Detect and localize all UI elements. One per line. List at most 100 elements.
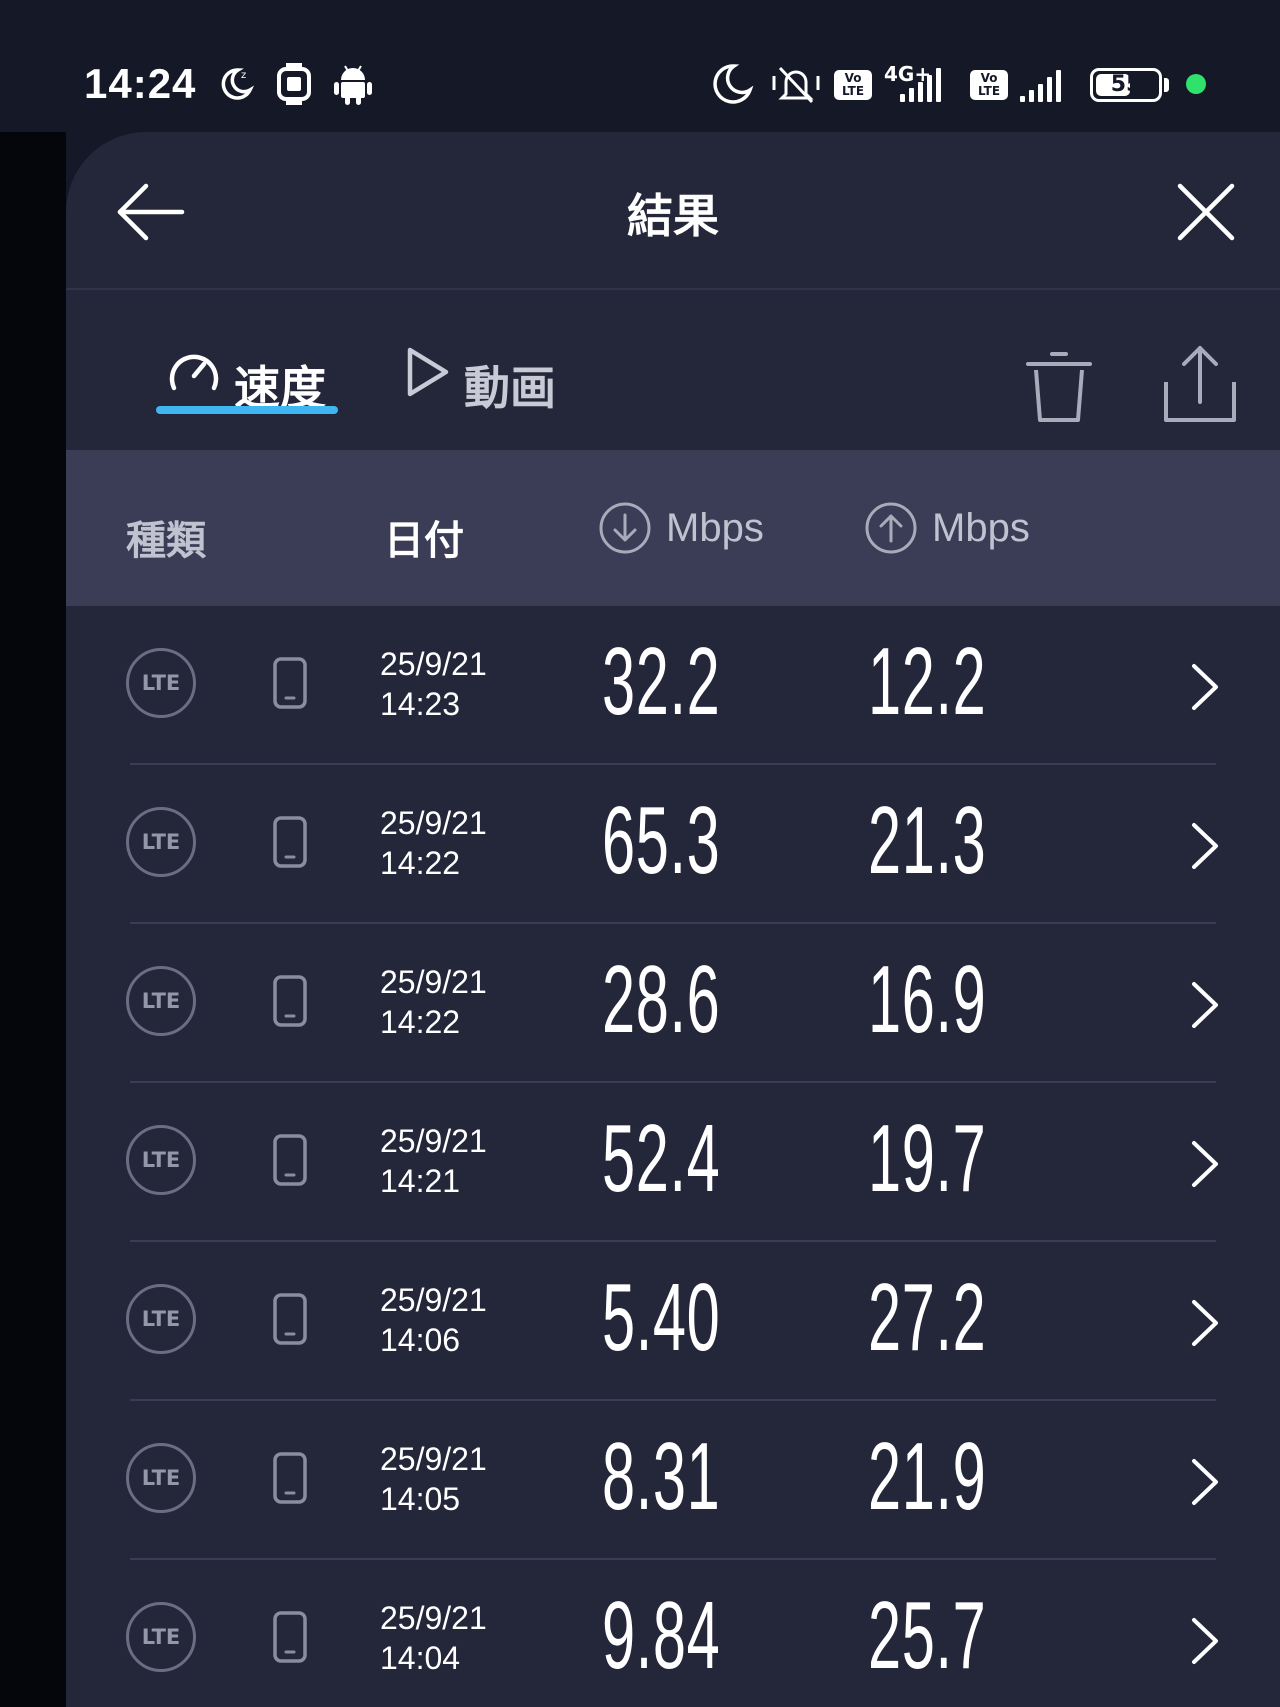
column-upload[interactable]: Mbps xyxy=(864,500,1030,556)
connection-type-badge: LTE xyxy=(126,1443,196,1513)
upload-speed: 25.7 xyxy=(868,1582,987,1689)
close-icon[interactable] xyxy=(1166,172,1246,252)
download-speed: 65.3 xyxy=(602,787,721,894)
phone-icon xyxy=(273,1134,307,1186)
battery-icon: 55 xyxy=(1090,68,1162,102)
speedometer-icon xyxy=(169,354,219,391)
tab-speed[interactable]: 速度 xyxy=(166,330,356,414)
column-date[interactable]: 日付 xyxy=(384,508,464,566)
status-bar: 14:24 z Vo LTE 4G+ Vo LTE 55 xyxy=(0,0,1280,132)
volte-badge: Vo LTE xyxy=(834,70,872,100)
phone-icon xyxy=(273,816,307,868)
android-icon xyxy=(334,65,372,105)
chevron-right-icon xyxy=(1192,1141,1218,1187)
privacy-indicator-dot xyxy=(1186,74,1206,94)
result-date: 25/9/21 xyxy=(380,805,487,841)
result-date: 25/9/21 xyxy=(380,1123,487,1159)
chevron-right-icon xyxy=(1192,823,1218,869)
volte-badge-2: Vo LTE xyxy=(970,70,1008,100)
download-speed: 32.2 xyxy=(602,628,721,735)
chevron-right-icon xyxy=(1192,664,1218,710)
watch-icon xyxy=(277,63,311,105)
result-time: 14:04 xyxy=(380,1640,461,1676)
chevron-right-icon xyxy=(1192,1618,1218,1664)
tab-video[interactable]: 動画 xyxy=(402,330,592,414)
results-list: LTE 25/9/21 14:23 32.2 12.2 LTE 25/9/21 14… xyxy=(66,606,1280,1707)
result-datetime: 25/9/21 14:06 xyxy=(380,1280,487,1360)
tab-video-label: 動画 xyxy=(464,362,556,414)
download-icon xyxy=(599,502,651,554)
download-speed: 28.6 xyxy=(602,946,721,1053)
chevron-right-icon xyxy=(1192,1300,1218,1346)
download-speed: 5.40 xyxy=(602,1264,721,1371)
result-date: 25/9/21 xyxy=(380,964,487,1000)
active-tab-indicator xyxy=(156,406,338,414)
phone-icon xyxy=(273,975,307,1027)
result-datetime: 25/9/21 14:22 xyxy=(380,803,487,883)
result-time: 14:06 xyxy=(380,1322,461,1358)
status-time: 14:24 xyxy=(84,60,197,107)
download-speed: 52.4 xyxy=(602,1105,721,1212)
result-time: 14:22 xyxy=(380,1004,461,1040)
result-row[interactable]: LTE 25/9/21 14:05 8.31 21.9 xyxy=(66,1401,1280,1560)
result-datetime: 25/9/21 14:21 xyxy=(380,1121,487,1201)
chevron-right-icon xyxy=(1192,982,1218,1028)
column-type: 種類 xyxy=(126,519,206,563)
upload-unit: Mbps xyxy=(932,505,1030,550)
upload-speed: 21.3 xyxy=(868,787,987,894)
battery-level: 55 xyxy=(1110,72,1142,97)
column-header: 種類 日付 Mbps Mbps xyxy=(66,450,1280,606)
do-not-disturb-icon xyxy=(713,64,754,104)
result-date: 25/9/21 xyxy=(380,1441,487,1477)
result-row[interactable]: LTE 25/9/21 14:23 32.2 12.2 xyxy=(66,606,1280,765)
result-date: 25/9/21 xyxy=(380,646,487,682)
upload-speed: 16.9 xyxy=(868,946,987,1053)
result-row[interactable]: LTE 25/9/21 14:22 65.3 21.3 xyxy=(66,765,1280,924)
signal-icon-2 xyxy=(1020,66,1061,102)
result-time: 14:05 xyxy=(380,1481,461,1517)
play-icon xyxy=(407,347,449,397)
result-datetime: 25/9/21 14:23 xyxy=(380,644,487,724)
svg-text:z: z xyxy=(241,70,246,81)
phone-icon xyxy=(273,1452,307,1504)
trash-icon[interactable] xyxy=(1024,350,1094,426)
upload-icon xyxy=(865,502,917,554)
connection-type-badge: LTE xyxy=(126,807,196,877)
vibrate-mute-icon xyxy=(772,66,820,104)
result-row[interactable]: LTE 25/9/21 14:04 9.84 25.7 xyxy=(66,1560,1280,1707)
result-row[interactable]: LTE 25/9/21 14:22 28.6 16.9 xyxy=(66,924,1280,1083)
upload-speed: 19.7 xyxy=(868,1105,987,1212)
result-datetime: 25/9/21 14:05 xyxy=(380,1439,487,1519)
header: 結果 xyxy=(66,132,1280,288)
connection-type-badge: LTE xyxy=(126,1284,196,1354)
result-date: 25/9/21 xyxy=(380,1282,487,1318)
connection-type-badge: LTE xyxy=(126,966,196,1036)
background-strip xyxy=(0,132,66,1707)
upload-speed: 27.2 xyxy=(868,1264,987,1371)
share-icon[interactable] xyxy=(1160,342,1240,426)
signal-icon xyxy=(900,66,941,102)
download-speed: 9.84 xyxy=(602,1582,721,1689)
phone-icon xyxy=(273,657,307,709)
upload-speed: 12.2 xyxy=(868,628,987,735)
result-time: 14:23 xyxy=(380,686,461,722)
download-speed: 8.31 xyxy=(602,1423,721,1530)
result-time: 14:22 xyxy=(380,845,461,881)
column-download[interactable]: Mbps xyxy=(598,500,764,556)
download-unit: Mbps xyxy=(666,505,764,550)
result-row[interactable]: LTE 25/9/21 14:06 5.40 27.2 xyxy=(66,1242,1280,1401)
phone-icon xyxy=(273,1611,307,1663)
page-title: 結果 xyxy=(627,190,719,242)
connection-type-badge: LTE xyxy=(126,1125,196,1195)
results-panel: 結果 速度 動画 種類 日付 Mbps Mbps LTE 25/9/21 14:… xyxy=(66,132,1280,1707)
connection-type-badge: LTE xyxy=(126,1602,196,1672)
result-time: 14:21 xyxy=(380,1163,461,1199)
result-date: 25/9/21 xyxy=(380,1600,487,1636)
upload-speed: 21.9 xyxy=(868,1423,987,1530)
phone-icon xyxy=(273,1293,307,1345)
result-datetime: 25/9/21 14:04 xyxy=(380,1598,487,1678)
result-datetime: 25/9/21 14:22 xyxy=(380,962,487,1042)
connection-type-badge: LTE xyxy=(126,648,196,718)
result-row[interactable]: LTE 25/9/21 14:21 52.4 19.7 xyxy=(66,1083,1280,1242)
moon-sleep-icon: z xyxy=(221,68,255,100)
